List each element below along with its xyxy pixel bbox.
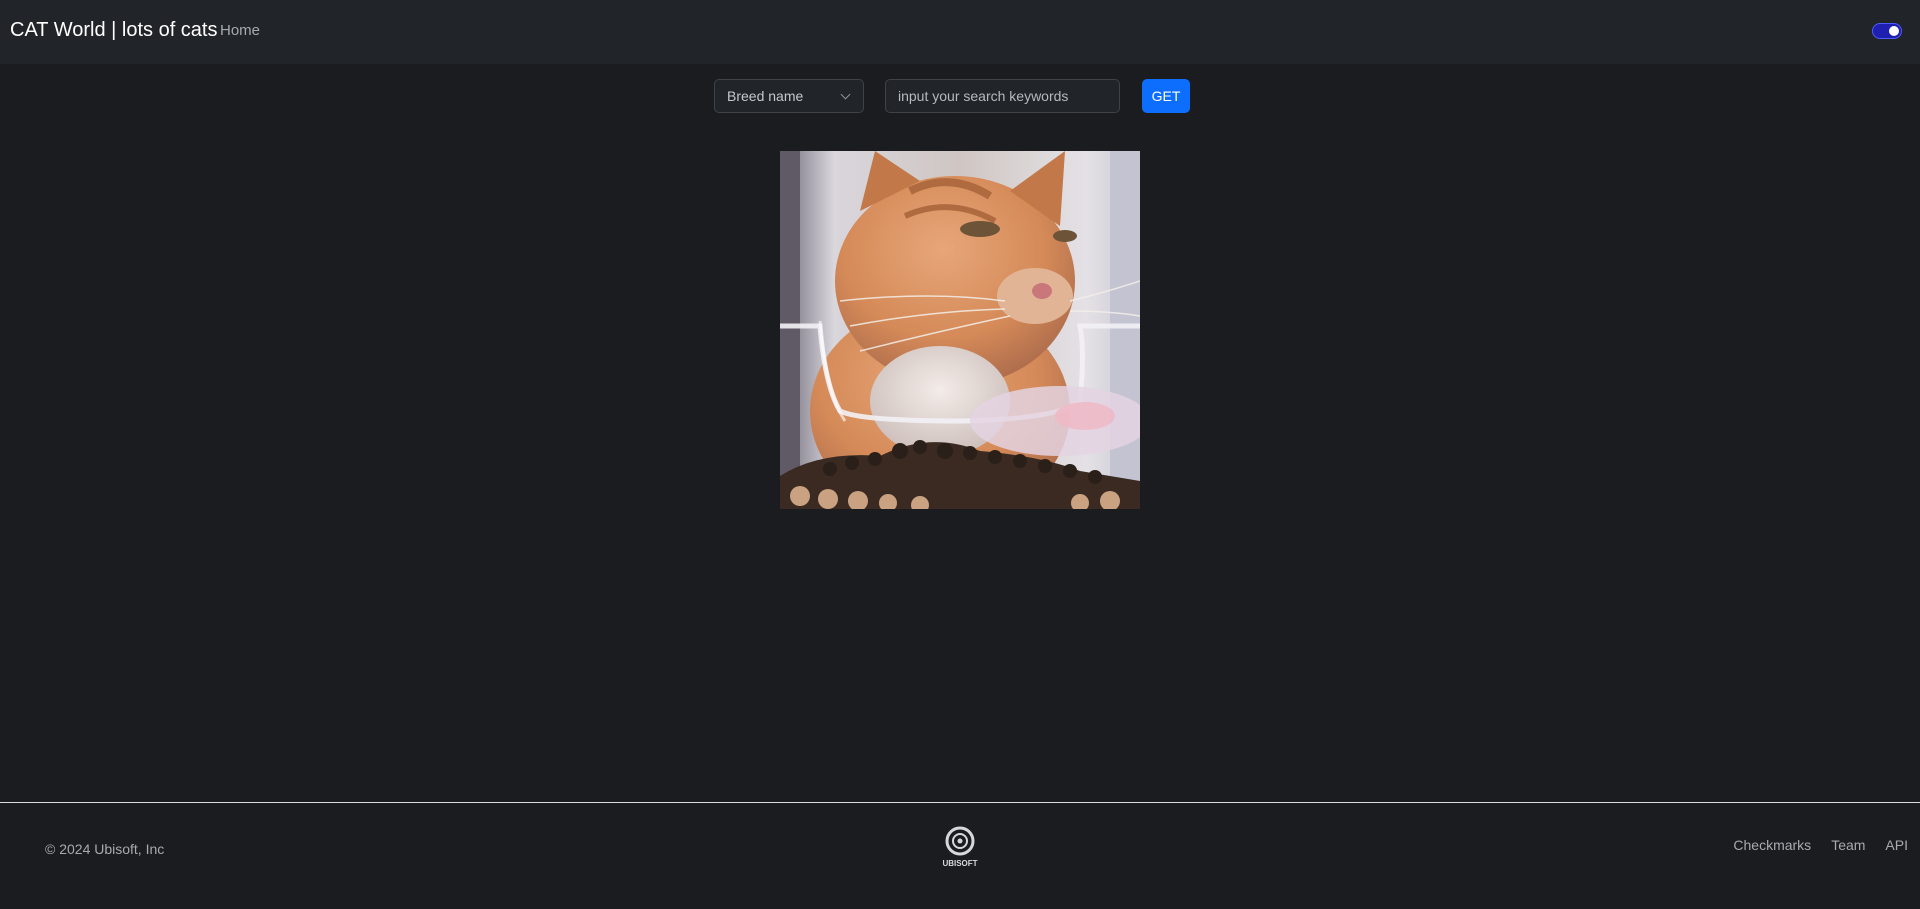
toggle-knob bbox=[1889, 26, 1899, 36]
footer-links: Checkmarks Team API bbox=[1733, 837, 1908, 853]
site-footer: © 2024 Ubisoft, Inc UBISOFT Checkmarks T… bbox=[0, 802, 1920, 909]
chevron-down-icon bbox=[840, 89, 851, 100]
top-navbar: CAT World | lots of cats Home bbox=[0, 0, 1920, 64]
ubisoft-logo[interactable]: UBISOFT bbox=[938, 825, 982, 869]
copyright-text: © 2024 Ubisoft, Inc bbox=[45, 841, 165, 857]
site-brand[interactable]: CAT World | lots of cats bbox=[10, 19, 217, 42]
ubisoft-logo-text: UBISOFT bbox=[942, 859, 977, 868]
search-keywords-input[interactable] bbox=[885, 79, 1120, 113]
get-button[interactable]: GET bbox=[1142, 79, 1190, 113]
footer-link-api[interactable]: API bbox=[1885, 837, 1908, 853]
breed-select[interactable]: Breed name bbox=[714, 79, 864, 113]
nav-link-home[interactable]: Home bbox=[220, 22, 260, 39]
footer-link-team[interactable]: Team bbox=[1831, 837, 1865, 853]
breed-select-value: Breed name bbox=[727, 88, 804, 104]
cat-photo bbox=[780, 151, 1140, 509]
theme-toggle-switch[interactable] bbox=[1872, 23, 1902, 39]
footer-link-checkmarks[interactable]: Checkmarks bbox=[1733, 837, 1811, 853]
